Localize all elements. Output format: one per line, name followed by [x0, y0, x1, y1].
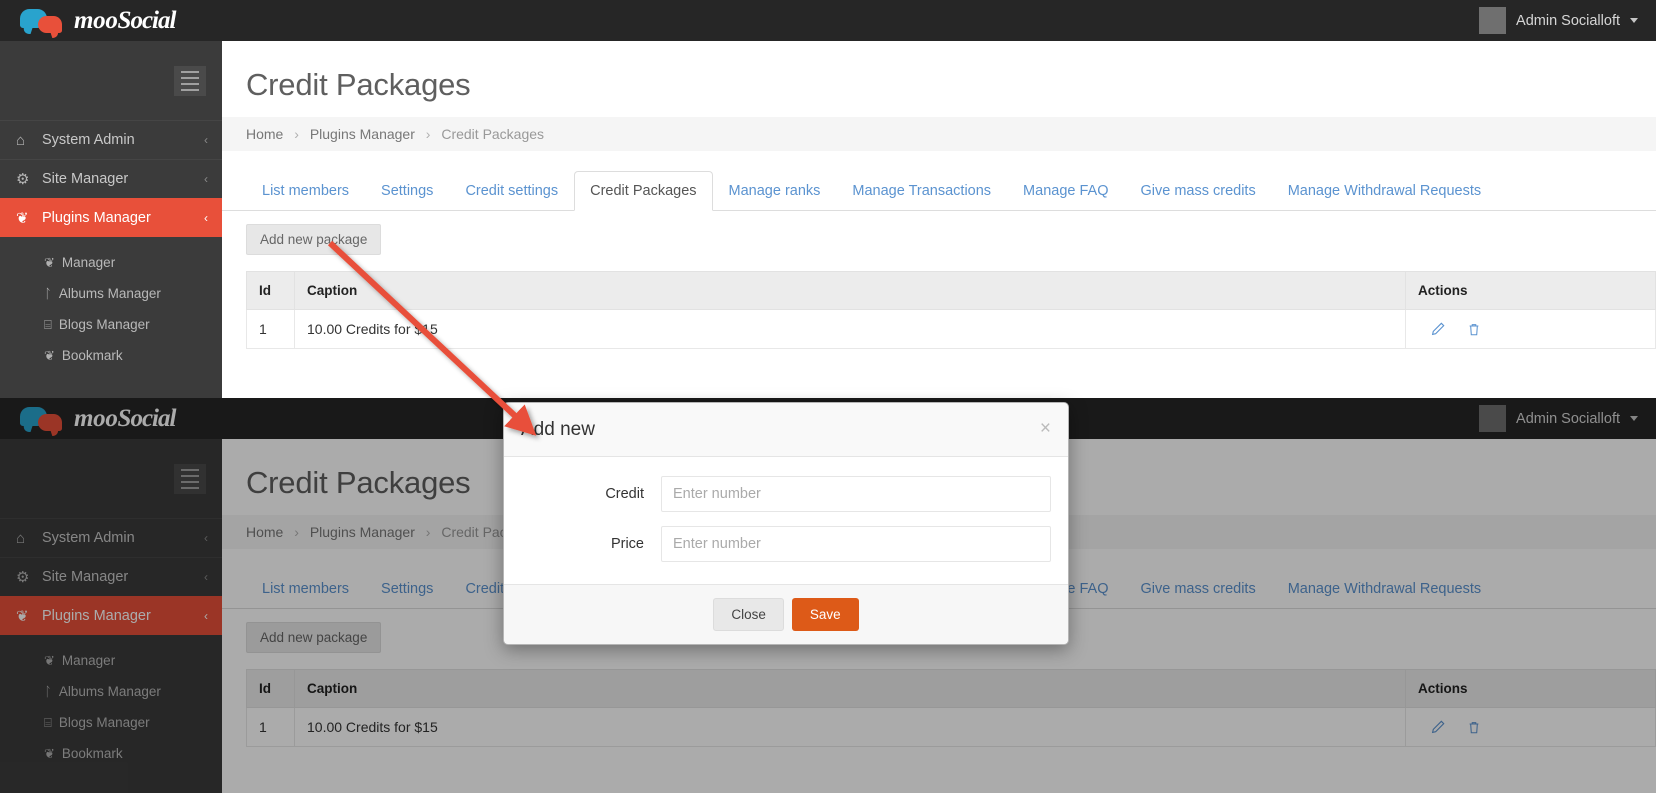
- modal-title: Add new: [521, 419, 595, 440]
- cell-actions: [1405, 309, 1656, 349]
- plugin-icon: ❦: [44, 254, 55, 270]
- sidebar-item-system-admin[interactable]: ⌂ System Admin ‹: [0, 120, 222, 159]
- sidebar-item-label: Site Manager: [42, 171, 129, 187]
- hamburger-icon[interactable]: [174, 65, 206, 96]
- brand-moo: moo: [74, 6, 118, 34]
- tab-credit-settings[interactable]: Credit settings: [449, 171, 574, 211]
- chevron-left-icon: ‹: [204, 172, 208, 186]
- tab-list-members[interactable]: List members: [246, 171, 365, 211]
- tab-give-mass-credits[interactable]: Give mass credits: [1124, 171, 1271, 211]
- breadcrumb-plugins-manager[interactable]: Plugins Manager: [310, 126, 415, 142]
- sidebar-subitem-albums-manager[interactable]: ᛚ Albums Manager: [0, 278, 222, 309]
- credit-input[interactable]: [661, 476, 1051, 512]
- sidebar-item-site-manager[interactable]: ⚙ Site Manager ‹: [0, 159, 222, 198]
- price-input[interactable]: [661, 526, 1051, 562]
- credit-packages-table: Id Caption Actions 1 10.00 Credits for $…: [246, 271, 1656, 349]
- sidebar-subitem-blogs-manager[interactable]: ⌸ Blogs Manager: [0, 309, 222, 340]
- cell-caption: 10.00 Credits for $15: [294, 309, 1406, 349]
- tab-credit-packages[interactable]: Credit Packages: [574, 171, 713, 211]
- brand-logo[interactable]: mooSocial: [0, 6, 177, 35]
- breadcrumb-current: Credit Packages: [441, 126, 545, 142]
- breadcrumb-separator-icon: ›: [425, 126, 431, 142]
- cell-id: 1: [246, 309, 295, 349]
- navbar-username: Admin Socialloft: [1516, 12, 1620, 29]
- sidebar-subitem-label: Manager: [61, 255, 116, 270]
- avatar: [1479, 7, 1507, 34]
- sidebar-subitem-manager[interactable]: ❦ Manager: [0, 247, 222, 278]
- delete-icon[interactable]: [1467, 322, 1481, 337]
- breadcrumb-home[interactable]: Home: [246, 126, 283, 142]
- chevron-left-icon: ‹: [204, 211, 208, 225]
- column-header-actions: Actions: [1405, 271, 1656, 310]
- sidebar-toggle-wrap: [0, 41, 222, 120]
- breadcrumb-separator-icon: ›: [294, 126, 299, 142]
- sidebar-item-label: Plugins Manager: [42, 210, 151, 226]
- credit-label: Credit: [605, 486, 644, 502]
- close-icon[interactable]: ×: [1040, 419, 1051, 438]
- column-header-caption: Caption: [294, 271, 1406, 310]
- save-button[interactable]: Save: [791, 598, 859, 631]
- sidebar-subitem-label: Blogs Manager: [58, 317, 150, 332]
- tab-manage-transactions[interactable]: Manage Transactions: [836, 171, 1007, 211]
- albums-icon: ᛚ: [44, 286, 52, 301]
- navbar-user-menu[interactable]: Admin Socialloft: [1479, 7, 1656, 34]
- add-new-package-button[interactable]: Add new package: [246, 224, 382, 255]
- sidebar-item-plugins-manager[interactable]: ❦ Plugins Manager ‹: [0, 198, 222, 237]
- form-row-price: Price: [521, 526, 1051, 562]
- chevron-left-icon: ‹: [204, 133, 208, 147]
- page-title: Credit Packages: [246, 67, 471, 102]
- brand-social: Social: [117, 6, 177, 34]
- tab-manage-faq[interactable]: Manage FAQ: [1007, 171, 1124, 211]
- tab-manage-ranks[interactable]: Manage ranks: [713, 171, 837, 211]
- modal-footer: Close Save: [504, 584, 1068, 644]
- chevron-down-icon: [1630, 18, 1638, 23]
- table-row: 1 10.00 Credits for $15: [246, 309, 1656, 349]
- brand-text: mooSocial: [74, 6, 177, 35]
- gear-icon: ⚙: [16, 171, 30, 188]
- tab-bar: List members Settings Credit settings Cr…: [222, 170, 1656, 211]
- home-icon: ⌂: [16, 131, 26, 149]
- modal-body: Credit Price: [504, 457, 1068, 584]
- top-navbar: mooSocial Admin Socialloft: [0, 0, 1656, 41]
- close-button[interactable]: Close: [713, 598, 784, 631]
- sidebar-subitem-label: Bookmark: [61, 348, 123, 363]
- bookmark-icon: ❦: [44, 347, 55, 363]
- form-row-credit: Credit: [521, 476, 1051, 512]
- sidebar-subitem-bookmark[interactable]: ❦ Bookmark: [0, 340, 222, 371]
- edit-icon[interactable]: [1430, 322, 1445, 337]
- table-header-row: Id Caption Actions: [246, 271, 1656, 310]
- add-new-modal: Add new × Credit Price Close Save: [503, 402, 1069, 645]
- blogs-icon: ⌸: [44, 316, 52, 332]
- column-header-id: Id: [246, 271, 295, 310]
- modal-header: Add new ×: [504, 403, 1068, 457]
- plugin-icon: ❦: [16, 210, 29, 227]
- tab-settings[interactable]: Settings: [365, 171, 449, 211]
- breadcrumb: Home › Plugins Manager › Credit Packages: [222, 117, 1656, 151]
- screenshot-root: mooSocial Admin Socialloft ⌂ System Admi…: [0, 0, 1656, 793]
- price-label: Price: [610, 536, 644, 552]
- tab-manage-withdrawal-requests[interactable]: Manage Withdrawal Requests: [1272, 171, 1497, 211]
- moosocial-logo-icon: [20, 8, 66, 34]
- sidebar-item-label: System Admin: [42, 132, 135, 148]
- sidebar-subitem-label: Albums Manager: [58, 286, 161, 301]
